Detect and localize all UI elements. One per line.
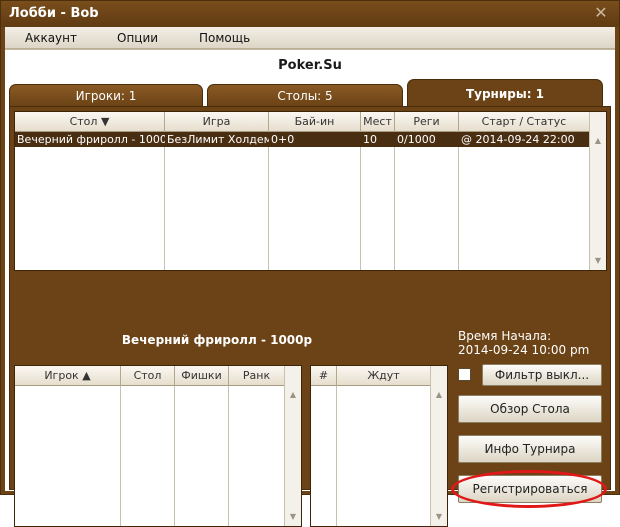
table-overview-button[interactable]: Обзор Стола bbox=[458, 395, 602, 423]
scroll-down-icon[interactable]: ▼ bbox=[285, 510, 301, 524]
waiting-table: # Ждут ▲ ▼ bbox=[310, 365, 448, 527]
col-seats[interactable]: Мест bbox=[361, 112, 395, 132]
cell-regs: 0/1000 bbox=[397, 133, 436, 146]
tab-tables[interactable]: Столы: 5 bbox=[207, 84, 403, 106]
scroll-down-icon[interactable]: ▼ bbox=[431, 510, 447, 524]
tab-tournaments[interactable]: Турниры: 1 bbox=[407, 79, 603, 106]
col-rank[interactable]: Ранк bbox=[229, 366, 285, 386]
close-icon[interactable]: ✕ bbox=[593, 4, 609, 22]
players-table: Игрок ▲ Стол Фишки Ранк ▲ ▼ bbox=[14, 365, 302, 527]
register-highlight-ring bbox=[451, 470, 607, 508]
col-player[interactable]: Игрок ▲ bbox=[15, 366, 121, 386]
start-time: Время Начала: 2014-09-24 10:00 pm bbox=[458, 329, 589, 357]
col-waiting[interactable]: Ждут bbox=[337, 366, 431, 386]
waiting-scrollbar[interactable]: ▲ ▼ bbox=[430, 366, 447, 526]
col-regs[interactable]: Реги bbox=[395, 112, 459, 132]
scroll-up-icon[interactable]: ▲ bbox=[285, 388, 301, 402]
scroll-up-icon[interactable]: ▲ bbox=[590, 134, 606, 148]
col-buyin[interactable]: Бай-ин bbox=[269, 112, 361, 132]
title-bar[interactable]: Лобби - Bob ✕ bbox=[1, 1, 619, 27]
col-game[interactable]: Игра bbox=[165, 112, 269, 132]
filter-checkbox[interactable] bbox=[458, 368, 471, 381]
menu-account[interactable]: Аккаунт bbox=[25, 31, 77, 45]
col-player-table[interactable]: Стол bbox=[121, 366, 175, 386]
cell-table: Вечерний фриролл - 1000р bbox=[17, 133, 165, 146]
tournaments-header: Стол ▼ Игра Бай-ин Мест Реги Старт / Ста… bbox=[15, 112, 590, 132]
table-row[interactable]: Вечерний фриролл - 1000р БезЛимит Холдем… bbox=[15, 132, 590, 147]
cell-game: БезЛимит Холдем bbox=[167, 133, 269, 146]
lobby-content: Poker.Su Игроки: 1 Столы: 5 Турниры: 1 С… bbox=[5, 49, 615, 527]
players-scrollbar[interactable]: ▲ ▼ bbox=[284, 366, 301, 526]
scroll-up-icon[interactable]: ▲ bbox=[431, 388, 447, 402]
filter-button[interactable]: Фильтр выкл... bbox=[482, 364, 602, 386]
menu-bar: Аккаунт Опции Помощь bbox=[5, 27, 615, 49]
cell-seats: 10 bbox=[363, 133, 377, 146]
tournaments-panel: Стол ▼ Игра Бай-ин Мест Реги Старт / Ста… bbox=[9, 106, 611, 527]
tournaments-scrollbar[interactable]: ▲ ▼ bbox=[589, 112, 606, 270]
start-time-value: 2014-09-24 10:00 pm bbox=[458, 343, 590, 357]
tournament-info-button[interactable]: Инфо Турнира bbox=[458, 435, 602, 463]
lobby-window: Лобби - Bob ✕ Аккаунт Опции Помощь Poker… bbox=[0, 0, 620, 527]
window-title: Лобби - Bob bbox=[9, 6, 99, 21]
scroll-down-icon[interactable]: ▼ bbox=[590, 254, 606, 268]
start-time-label: Время Начала: bbox=[458, 329, 552, 343]
brand-title: Poker.Su bbox=[278, 58, 342, 73]
col-number[interactable]: # bbox=[311, 366, 337, 386]
menu-options[interactable]: Опции bbox=[117, 31, 158, 45]
players-header: Игрок ▲ Стол Фишки Ранк bbox=[15, 366, 285, 386]
menu-help[interactable]: Помощь bbox=[199, 31, 250, 45]
tab-players[interactable]: Игроки: 1 bbox=[9, 84, 203, 106]
col-chips[interactable]: Фишки bbox=[175, 366, 229, 386]
cell-start-status: @ 2014-09-24 22:00 bbox=[461, 133, 575, 146]
waiting-header: # Ждут bbox=[311, 366, 431, 386]
col-table[interactable]: Стол ▼ bbox=[15, 112, 165, 132]
cell-buyin: 0+0 bbox=[271, 133, 295, 146]
selected-tournament-name: Вечерний фриролл - 1000р bbox=[121, 333, 313, 347]
tournaments-table: Стол ▼ Игра Бай-ин Мест Реги Старт / Ста… bbox=[14, 111, 607, 271]
col-start-status[interactable]: Старт / Статус bbox=[459, 112, 590, 132]
